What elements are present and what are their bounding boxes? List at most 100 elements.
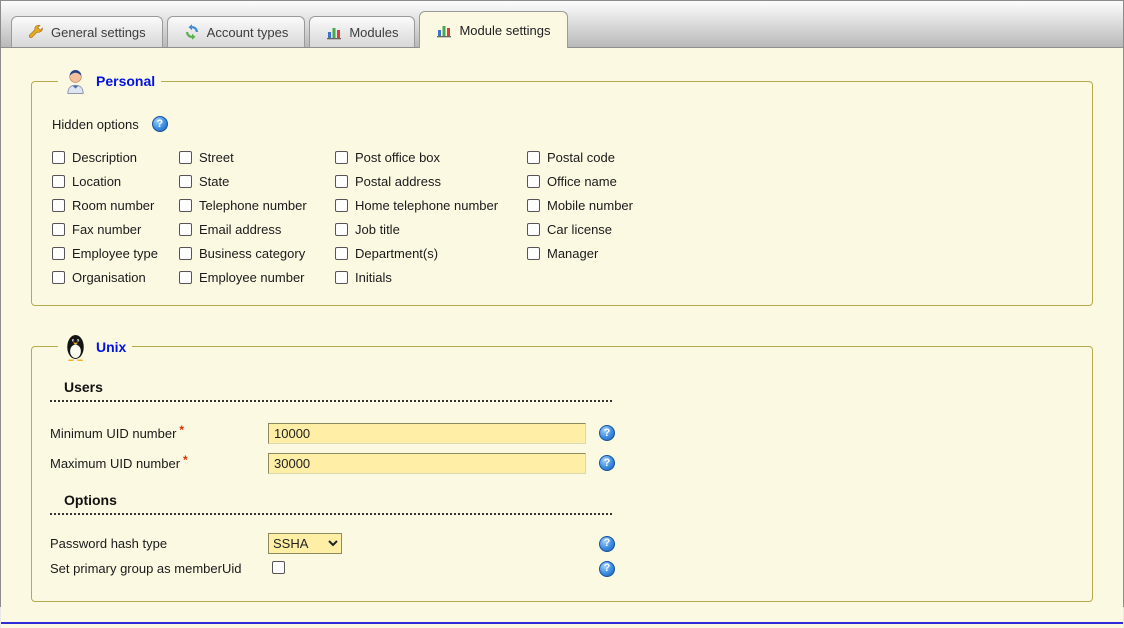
- checkbox-office-name[interactable]: Office name: [527, 174, 1074, 189]
- checkbox[interactable]: [179, 175, 192, 188]
- checkbox-label: Office name: [547, 174, 617, 189]
- min-uid-input[interactable]: [268, 423, 586, 444]
- tab-label: Account types: [207, 25, 289, 40]
- checkbox[interactable]: [179, 247, 192, 260]
- tab-bar: General settings Account types Modules: [1, 1, 1123, 48]
- unix-section: Unix Users Minimum UID number* ? Maximum…: [31, 332, 1093, 602]
- password-hash-select[interactable]: SSHA: [268, 533, 342, 554]
- checkbox-label: Business category: [199, 246, 305, 261]
- hidden-options-label: Hidden options: [52, 117, 139, 132]
- checkbox[interactable]: [179, 151, 192, 164]
- checkbox-label: Initials: [355, 270, 392, 285]
- checkbox-street[interactable]: Street: [179, 150, 335, 165]
- modules-icon: [436, 22, 452, 38]
- checkbox[interactable]: [335, 199, 348, 212]
- tab-modules[interactable]: Modules: [309, 16, 415, 47]
- checkbox-postal-code[interactable]: Postal code: [527, 150, 1074, 165]
- checkbox-manager[interactable]: Manager: [527, 246, 1074, 261]
- account-types-icon: [184, 24, 200, 40]
- checkbox-label: Department(s): [355, 246, 438, 261]
- checkbox-telephone-number[interactable]: Telephone number: [179, 198, 335, 213]
- checkbox-label: Email address: [199, 222, 281, 237]
- checkbox-fax-number[interactable]: Fax number: [52, 222, 179, 237]
- checkbox-business-category[interactable]: Business category: [179, 246, 335, 261]
- help-icon[interactable]: ?: [599, 455, 615, 471]
- checkbox[interactable]: [52, 247, 65, 260]
- unix-title: Unix: [96, 339, 126, 355]
- checkbox-label: State: [199, 174, 229, 189]
- help-icon[interactable]: ?: [599, 425, 615, 441]
- tux-icon: [64, 332, 87, 361]
- checkbox-home-telephone-number[interactable]: Home telephone number: [335, 198, 527, 213]
- checkbox-employee-type[interactable]: Employee type: [52, 246, 179, 261]
- options-header: Options: [50, 492, 612, 515]
- checkbox-email-address[interactable]: Email address: [179, 222, 335, 237]
- checkbox-employee-number[interactable]: Employee number: [179, 270, 335, 285]
- person-icon: [64, 68, 87, 94]
- personal-section: Personal Hidden options ? Description St…: [31, 68, 1093, 306]
- help-icon[interactable]: ?: [599, 561, 615, 577]
- hidden-options-row: Hidden options ?: [52, 116, 1074, 132]
- checkbox[interactable]: [179, 199, 192, 212]
- checkbox[interactable]: [52, 151, 65, 164]
- checkbox-location[interactable]: Location: [52, 174, 179, 189]
- tab-general-settings[interactable]: General settings: [11, 16, 163, 47]
- checkbox[interactable]: [527, 223, 540, 236]
- checkbox-description[interactable]: Description: [52, 150, 179, 165]
- checkbox-job-title[interactable]: Job title: [335, 222, 527, 237]
- checkbox[interactable]: [52, 271, 65, 284]
- max-uid-label: Maximum UID number*: [50, 456, 268, 471]
- tab-label: Module settings: [459, 23, 550, 38]
- checkbox-organisation[interactable]: Organisation: [52, 270, 179, 285]
- password-hash-control: SSHA: [268, 533, 593, 554]
- checkbox[interactable]: [179, 271, 192, 284]
- wrench-icon: [28, 24, 44, 40]
- checkbox[interactable]: [335, 151, 348, 164]
- checkbox[interactable]: [52, 223, 65, 236]
- checkbox[interactable]: [527, 151, 540, 164]
- checkbox-initials[interactable]: Initials: [335, 270, 527, 285]
- help-icon[interactable]: ?: [152, 116, 168, 132]
- checkbox-label: Street: [199, 150, 234, 165]
- checkbox-label: Telephone number: [199, 198, 307, 213]
- tab-account-types[interactable]: Account types: [167, 16, 306, 47]
- checkbox[interactable]: [527, 175, 540, 188]
- checkbox-label: Fax number: [72, 222, 141, 237]
- help-icon[interactable]: ?: [599, 536, 615, 552]
- checkbox-label: Room number: [72, 198, 154, 213]
- checkbox-departments[interactable]: Department(s): [335, 246, 527, 261]
- checkbox-state[interactable]: State: [179, 174, 335, 189]
- tab-label: Modules: [349, 25, 398, 40]
- module-settings-content: Personal Hidden options ? Description St…: [1, 48, 1123, 628]
- users-header: Users: [50, 379, 612, 402]
- hidden-options-grid: Description Street Post office box Posta…: [52, 150, 1074, 285]
- checkbox-post-office-box[interactable]: Post office box: [335, 150, 527, 165]
- member-uid-row: Set primary group as memberUid ?: [50, 556, 1074, 581]
- checkbox[interactable]: [335, 271, 348, 284]
- checkbox-postal-address[interactable]: Postal address: [335, 174, 527, 189]
- checkbox[interactable]: [335, 175, 348, 188]
- checkbox-car-license[interactable]: Car license: [527, 222, 1074, 237]
- checkbox[interactable]: [179, 223, 192, 236]
- min-uid-label: Minimum UID number*: [50, 426, 268, 441]
- member-uid-label: Set primary group as memberUid: [50, 561, 268, 576]
- max-uid-input[interactable]: [268, 453, 586, 474]
- checkbox-label: Manager: [547, 246, 598, 261]
- unix-legend: Unix: [58, 332, 132, 361]
- required-marker: *: [183, 453, 188, 467]
- checkbox[interactable]: [52, 175, 65, 188]
- checkbox[interactable]: [52, 199, 65, 212]
- checkbox[interactable]: [527, 247, 540, 260]
- min-uid-row: Minimum UID number* ?: [50, 418, 1074, 448]
- member-uid-control: [272, 561, 593, 577]
- checkbox-label: Description: [72, 150, 137, 165]
- member-uid-checkbox[interactable]: [272, 561, 285, 574]
- checkbox[interactable]: [335, 223, 348, 236]
- tab-label: General settings: [51, 25, 146, 40]
- max-uid-control: [268, 453, 593, 474]
- tab-module-settings[interactable]: Module settings: [419, 11, 567, 48]
- checkbox[interactable]: [527, 199, 540, 212]
- checkbox-room-number[interactable]: Room number: [52, 198, 179, 213]
- checkbox-mobile-number[interactable]: Mobile number: [527, 198, 1074, 213]
- checkbox[interactable]: [335, 247, 348, 260]
